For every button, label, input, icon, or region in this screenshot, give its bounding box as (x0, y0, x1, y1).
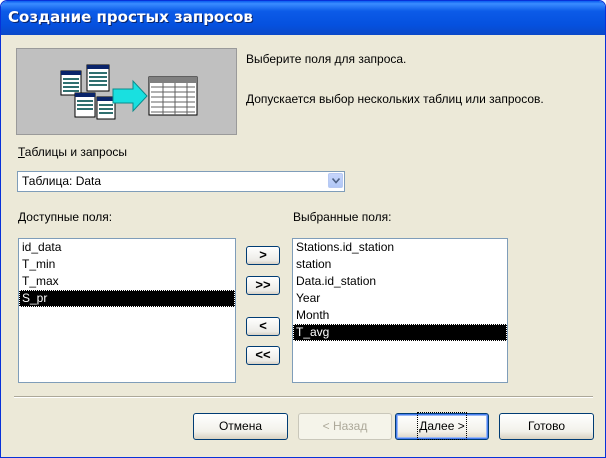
list-item[interactable]: Stations.id_station (293, 239, 507, 256)
available-fields-label: Доступные поля: (18, 210, 113, 224)
selected-fields-label: Выбранные поля: (293, 210, 392, 224)
back-button[interactable]: < Назад (298, 413, 392, 440)
add-field-button[interactable]: > (246, 246, 280, 265)
list-item[interactable]: Data.id_station (293, 273, 507, 290)
title-bar[interactable]: Создание простых запросов (1, 1, 605, 35)
remove-all-fields-button[interactable]: << (246, 346, 280, 365)
dialog-body: Выберите поля для запроса. Допускается в… (4, 35, 602, 454)
next-button[interactable]: Далее > (395, 412, 489, 440)
list-item[interactable]: T_min (19, 256, 235, 273)
available-fields-list[interactable]: id_data T_min T_max S_pr (18, 238, 236, 383)
list-item[interactable]: id_data (19, 239, 235, 256)
intro-line-1: Выберите поля для запроса. (246, 52, 407, 66)
tables-queries-label: Таблицы и запросы (18, 145, 128, 159)
list-item[interactable]: T_max (19, 273, 235, 290)
list-item[interactable]: T_avg (293, 324, 507, 341)
add-all-fields-button[interactable]: >> (246, 276, 280, 295)
wizard-illustration (16, 48, 237, 135)
combobox-value: Таблица: Data (22, 174, 102, 188)
list-item[interactable]: S_pr (19, 290, 235, 307)
dropdown-button[interactable] (328, 173, 343, 188)
tables-queries-combobox[interactable]: Таблица: Data (17, 171, 345, 192)
list-item[interactable]: Month (293, 307, 507, 324)
intro-line-2: Допускается выбор нескольких таблиц или … (246, 92, 544, 106)
window-title: Создание простых запросов (8, 8, 253, 26)
cancel-button[interactable]: Отмена (193, 413, 288, 440)
remove-field-button[interactable]: < (246, 317, 280, 336)
tables-to-query-icon (60, 64, 198, 120)
list-item[interactable]: station (293, 256, 507, 273)
wizard-window: Создание простых запросов Выберите поля … (0, 0, 606, 458)
list-item[interactable]: Year (293, 290, 507, 307)
divider (14, 396, 593, 398)
selected-fields-list[interactable]: Stations.id_station station Data.id_statio… (292, 238, 508, 383)
finish-button[interactable]: Готово (499, 413, 594, 440)
chevron-down-icon (332, 178, 340, 184)
